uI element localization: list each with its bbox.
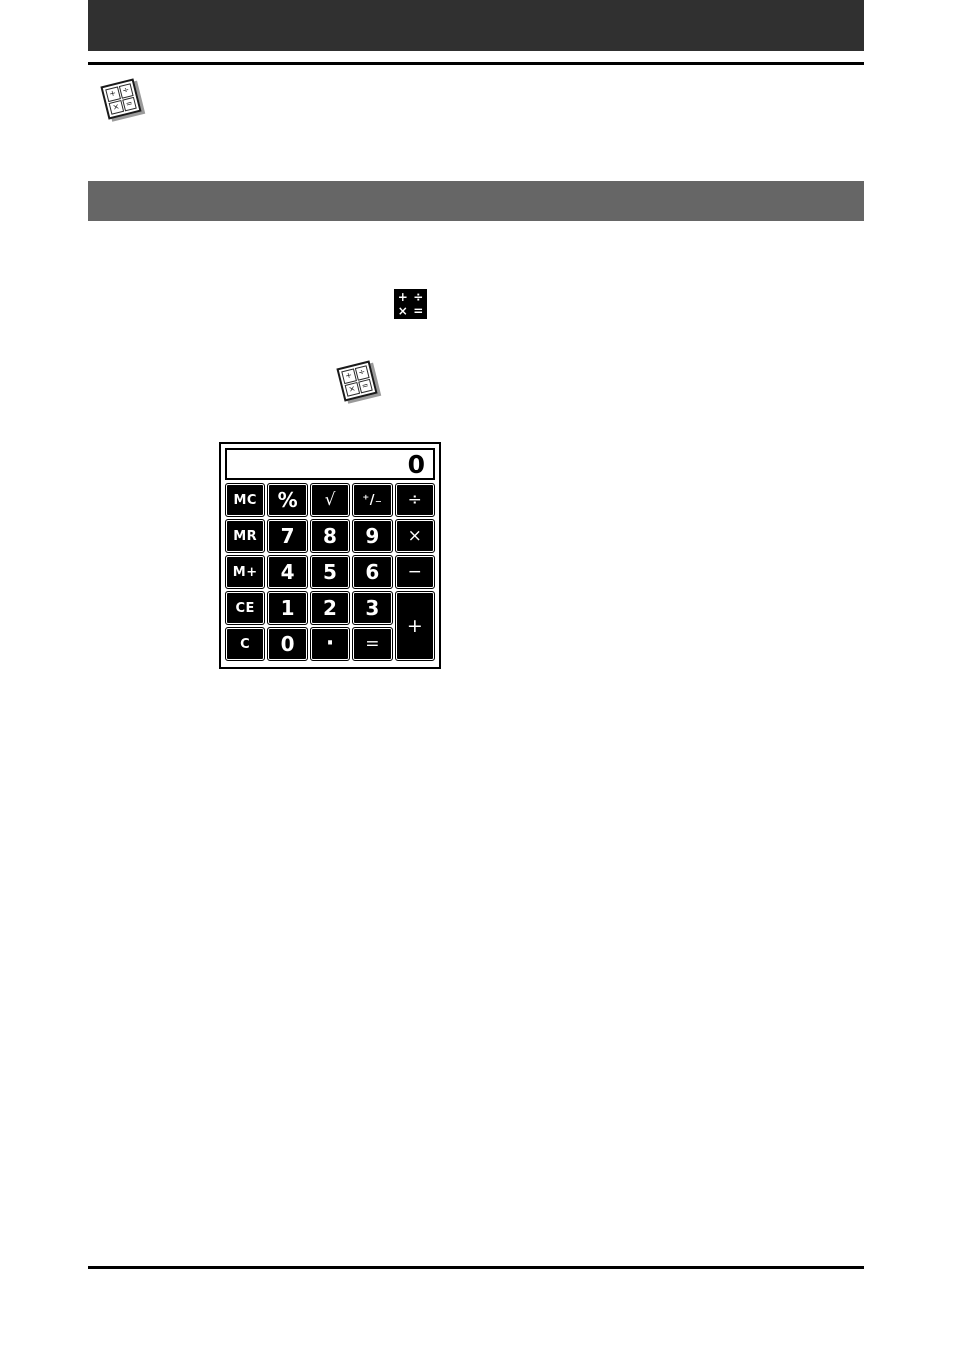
calculator-key-decimal-point[interactable]: · xyxy=(309,627,351,661)
calculator-key-digit-8[interactable]: 8 xyxy=(309,519,351,553)
calculator-key-clear-entry[interactable]: CE xyxy=(225,591,266,625)
calculator-key-percent[interactable]: % xyxy=(267,483,308,517)
page-header-bar xyxy=(88,0,864,51)
calculator-display-value: 0 xyxy=(407,449,425,479)
calculator-display: 0 xyxy=(225,448,435,480)
calculator-glyph-cell-multiply: × xyxy=(396,304,410,318)
calculator-key-sign-toggle[interactable]: ⁺/₋ xyxy=(352,483,393,517)
calculator-key-multiply[interactable]: × xyxy=(394,519,435,553)
calculator-key-equals[interactable]: = xyxy=(352,627,393,661)
calculator-glyph-cell-plus: + xyxy=(396,290,410,304)
footer-divider-rule xyxy=(88,1266,864,1269)
calculator-key-digit-7[interactable]: 7 xyxy=(267,519,308,553)
calculator-key-digit-2[interactable]: 2 xyxy=(309,591,351,625)
calculator-icon-cell-equals: = xyxy=(121,96,137,112)
calculator-key-digit-9[interactable]: 9 xyxy=(352,519,393,553)
calculator-key-digit-6[interactable]: 6 xyxy=(352,555,393,589)
calculator-key-digit-0[interactable]: 0 xyxy=(267,627,308,661)
calculator-key-memory-add[interactable]: M+ xyxy=(225,555,266,589)
calculator-key-add[interactable]: + xyxy=(394,591,435,661)
section-heading-bar xyxy=(88,181,864,221)
calculator-key-memory-recall[interactable]: MR xyxy=(225,519,266,553)
calculator-key-digit-4[interactable]: 4 xyxy=(267,555,308,589)
calculator-key-clear[interactable]: C xyxy=(225,627,266,661)
calculator-key-divide[interactable]: ÷ xyxy=(394,483,435,517)
calculator-icon: + ÷ × = xyxy=(100,78,146,122)
calculator-icon-inline: + ÷ × = xyxy=(336,360,382,404)
calculator-key-digit-3[interactable]: 3 xyxy=(352,591,393,625)
calculator-key-memory-clear[interactable]: MC xyxy=(225,483,266,517)
calculator-glyph-cell-divide: ÷ xyxy=(411,290,425,304)
calculator-glyph-icon: + ÷ × = xyxy=(394,289,427,319)
calculator-icon-body: + ÷ × = xyxy=(100,78,146,122)
calculator-key-digit-1[interactable]: 1 xyxy=(267,591,308,625)
calculator-keypad[interactable]: MC% √ ⁺/₋ ÷ MR 7 8 9 × M+ 4 5 6− CE 1 2 3 C 0 · = + xyxy=(225,483,435,661)
calculator-icon-inline-body: + ÷ × = xyxy=(336,360,382,404)
calculator-widget[interactable]: 0 MC% √ ⁺/₋ ÷ MR 7 8 9 × M+ 4 5 6− CE 1 2 3 C 0 · = + xyxy=(219,442,441,669)
calculator-key-subtract[interactable]: − xyxy=(394,555,435,589)
calculator-key-digit-5[interactable]: 5 xyxy=(309,555,351,589)
calculator-key-square-root[interactable]: √ xyxy=(309,483,351,517)
header-divider-rule xyxy=(88,62,864,65)
calculator-glyph-cell-equals: = xyxy=(411,304,425,318)
calculator-icon-inline-cell-equals: = xyxy=(357,378,373,394)
document-page: + ÷ × = + ÷ × = + ÷ × = 0 MC % √ ⁺/₋ ÷ M… xyxy=(0,0,954,1352)
